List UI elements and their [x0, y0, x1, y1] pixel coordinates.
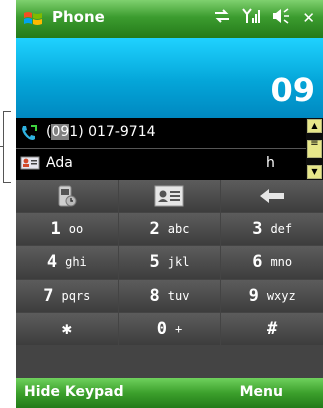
key-8[interactable]: 8 tuv [118, 279, 221, 312]
status-icons: ✕ [214, 8, 315, 28]
key-9[interactable]: 9 wxyz [221, 279, 323, 312]
key-digit: 8 [149, 285, 160, 306]
phone-call-icon [20, 124, 38, 142]
scroll-up-icon[interactable]: ▲ [307, 119, 322, 133]
key-letters: pqrs [61, 288, 91, 303]
key-digit: ✱ [61, 318, 72, 339]
annotation-tick [0, 146, 4, 147]
phone-screen: Phone ✕ 09 (091) 017-9714 Ada h ▲ ≡ ▼ 1 … [16, 0, 323, 408]
key-letters: tuv [167, 288, 190, 303]
app-title: Phone [52, 8, 105, 26]
key-hash[interactable]: # [221, 312, 323, 345]
key-digit: 2 [149, 219, 160, 240]
backspace-button[interactable] [221, 180, 323, 213]
key-2[interactable]: 2 abc [118, 213, 221, 246]
key-1[interactable]: 1 oo [16, 213, 118, 246]
dialed-number: 09 [270, 71, 315, 109]
match-type-badge: h [266, 155, 275, 171]
match-name: Ada [46, 155, 73, 171]
call-history-button[interactable] [16, 180, 118, 213]
hide-keypad-softkey[interactable]: Hide Keypad [24, 384, 124, 400]
key-7[interactable]: 7 pqrs [16, 279, 118, 312]
match-number: (091) 017-9714 [46, 124, 156, 140]
key-digit: 7 [43, 285, 54, 306]
key-letters: + [175, 321, 183, 336]
annotation-bracket [3, 111, 11, 183]
key-letters: abc [167, 222, 190, 237]
matches-scrollbar[interactable]: ▲ ≡ ▼ [306, 118, 323, 180]
key-digit: 0 [156, 318, 167, 339]
windows-start-icon[interactable] [22, 9, 44, 29]
key-6[interactable]: 6 mno [221, 246, 323, 279]
key-digit: 1 [50, 219, 61, 240]
contacts-button[interactable] [118, 180, 221, 213]
key-letters: def [270, 222, 293, 237]
scroll-thumb[interactable]: ≡ [307, 139, 322, 158]
soft-key-bar: Hide Keypad Menu [16, 378, 323, 408]
key-letters: jkl [167, 255, 190, 270]
menu-softkey[interactable]: Menu [240, 384, 283, 400]
key-0[interactable]: 0 + [118, 312, 221, 345]
backspace-icon [259, 188, 285, 204]
match-row[interactable]: (091) 017-9714 [16, 118, 306, 149]
title-bar: Phone ✕ [16, 0, 323, 38]
contact-card-icon [20, 155, 40, 173]
key-digit: 6 [252, 252, 263, 273]
key-digit: # [267, 318, 278, 339]
scroll-down-icon[interactable]: ▼ [307, 165, 322, 179]
contact-matches: (091) 017-9714 Ada h ▲ ≡ ▼ [16, 118, 323, 180]
key-5[interactable]: 5 jkl [118, 246, 221, 279]
voicemail-icon: oo [68, 222, 84, 237]
key-letters: wxyz [266, 288, 296, 303]
match-highlight: 09 [51, 124, 70, 140]
call-history-icon [56, 184, 78, 208]
close-icon[interactable]: ✕ [302, 9, 315, 27]
key-4[interactable]: 4 ghi [16, 246, 118, 279]
key-digit: 3 [252, 219, 263, 240]
speaker-icon[interactable] [272, 8, 290, 28]
number-display: 09 [16, 38, 323, 118]
signal-icon[interactable] [242, 8, 261, 28]
key-3[interactable]: 3 def [221, 213, 323, 246]
match-row[interactable]: Ada h [16, 149, 306, 179]
key-digit: 4 [46, 252, 58, 273]
key-digit: 5 [149, 252, 160, 273]
key-letters: ghi [65, 255, 87, 270]
key-star[interactable]: ✱ [16, 312, 118, 345]
connectivity-icon[interactable] [214, 9, 230, 27]
contacts-icon [154, 185, 184, 207]
dial-keypad: 1 oo 2 abc 3 def 4 ghi 5 jkl 6 mno 7 pqrs 8 tuv … [16, 180, 323, 378]
key-digit: 9 [248, 285, 259, 306]
key-letters: mno [270, 255, 293, 270]
